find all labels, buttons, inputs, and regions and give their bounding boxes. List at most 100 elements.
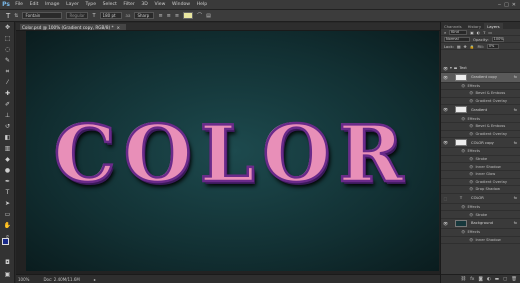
- eraser-tool-icon[interactable]: ◧: [0, 132, 15, 143]
- fx-icon[interactable]: fx: [514, 75, 517, 79]
- path-select-tool-icon[interactable]: ➤: [0, 198, 15, 209]
- adjustment-layer-icon[interactable]: ◐: [487, 277, 491, 282]
- quick-select-tool-icon[interactable]: ✎: [0, 55, 15, 66]
- layer-color[interactable]: □ T COLOR fx: [441, 194, 520, 204]
- menu-select[interactable]: Select: [99, 2, 120, 7]
- eye-icon[interactable]: 👁: [469, 238, 473, 242]
- trash-icon[interactable]: 🗑: [511, 277, 517, 282]
- eye-icon[interactable]: 👁: [469, 165, 473, 169]
- pen-tool-icon[interactable]: ✒: [0, 176, 15, 187]
- effects-row[interactable]: 👁 Effects: [441, 204, 520, 212]
- fx-icon[interactable]: fx: [514, 196, 517, 200]
- align-left-icon[interactable]: ≡: [158, 13, 162, 19]
- type-tool-icon[interactable]: T: [6, 12, 10, 20]
- document-tab[interactable]: Color.psd @ 100% (Gradient copy, RGB/8) …: [20, 24, 127, 30]
- effects-row[interactable]: 👁 Effects: [441, 83, 520, 91]
- foreground-color-swatch[interactable]: [2, 238, 9, 245]
- eye-icon[interactable]: 👁: [469, 213, 473, 217]
- new-layer-icon[interactable]: ▢: [503, 277, 507, 282]
- eye-icon[interactable]: 👁: [441, 107, 450, 112]
- blend-mode-select[interactable]: Normal: [444, 36, 470, 42]
- clone-stamp-tool-icon[interactable]: ⊥: [0, 110, 15, 121]
- menu-edit[interactable]: Edit: [26, 2, 42, 7]
- eye-icon[interactable]: 👁: [469, 124, 473, 128]
- dodge-tool-icon[interactable]: ●: [0, 165, 15, 176]
- tab-history[interactable]: History: [465, 23, 485, 29]
- font-family-select[interactable]: Fontain: [22, 12, 63, 19]
- effect-stroke[interactable]: 👁 Stroke: [441, 211, 520, 219]
- effect-gradient-overlay[interactable]: 👁 Gradient Overlay: [441, 98, 520, 106]
- canvas[interactable]: COLOR: [26, 31, 439, 271]
- effect-bevel[interactable]: 👁 Bevel & Emboss: [441, 123, 520, 131]
- zoom-level[interactable]: 100%: [18, 277, 29, 282]
- eye-icon[interactable]: 👁: [461, 230, 465, 234]
- layer-gradient[interactable]: 👁 Gradient fx: [441, 105, 520, 116]
- screen-mode-icon[interactable]: ▣: [0, 269, 15, 280]
- effect-inner-glow[interactable]: 👁 Inner Glow: [441, 171, 520, 179]
- font-size-field[interactable]: 180 pt: [99, 12, 122, 19]
- effects-row[interactable]: 👁 Effects: [441, 229, 520, 237]
- eye-icon[interactable]: 👁: [461, 117, 465, 121]
- eye-icon[interactable]: 👁: [469, 132, 473, 136]
- tab-channels[interactable]: Channels: [441, 23, 465, 29]
- menu-view[interactable]: View: [151, 2, 169, 7]
- eye-icon[interactable]: 👁: [461, 84, 465, 88]
- quick-mask-icon[interactable]: ◘: [0, 257, 15, 268]
- eye-icon[interactable]: 👁: [469, 99, 473, 103]
- effects-row[interactable]: 👁 Effects: [441, 115, 520, 123]
- effect-inner-shadow[interactable]: 👁 Inner Shadow: [441, 163, 520, 171]
- menu-window[interactable]: Window: [169, 2, 194, 7]
- status-arrow-icon[interactable]: ▸: [94, 277, 96, 282]
- tab-layers[interactable]: Layers: [484, 23, 503, 29]
- lock-pixels-icon[interactable]: ▦: [457, 44, 461, 49]
- close-tab-icon[interactable]: ×: [117, 25, 121, 30]
- lasso-tool-icon[interactable]: ◌: [0, 44, 15, 55]
- text-color-swatch[interactable]: [183, 12, 194, 19]
- add-mask-icon[interactable]: ◙: [478, 277, 482, 282]
- move-tool-icon[interactable]: ✥: [0, 22, 15, 33]
- font-style-select[interactable]: Regular: [66, 12, 89, 19]
- eye-icon[interactable]: 👁: [469, 180, 473, 184]
- minimize-icon[interactable]: ‒: [498, 2, 501, 8]
- filter-pixel-icon[interactable]: ▣: [470, 30, 474, 35]
- new-group-icon[interactable]: ▬: [495, 277, 499, 282]
- antialias-select[interactable]: Sharp: [134, 12, 155, 19]
- shape-tool-icon[interactable]: ▭: [0, 209, 15, 220]
- effect-stroke[interactable]: 👁 Stroke: [441, 156, 520, 164]
- align-center-icon[interactable]: ≡: [167, 13, 171, 19]
- eye-icon[interactable]: 👁: [441, 140, 450, 145]
- effects-row[interactable]: 👁 Effects: [441, 148, 520, 156]
- blur-tool-icon[interactable]: ◆: [0, 154, 15, 165]
- fill-field[interactable]: 0%: [486, 43, 499, 49]
- brush-tool-icon[interactable]: ✐: [0, 99, 15, 110]
- align-right-icon[interactable]: ≡: [175, 13, 179, 19]
- menu-image[interactable]: Image: [42, 2, 63, 7]
- eye-icon[interactable]: 👁: [469, 157, 473, 161]
- effect-bevel[interactable]: 👁 Bevel & Emboss: [441, 90, 520, 98]
- fx-icon[interactable]: fx: [514, 221, 517, 225]
- hand-tool-icon[interactable]: ✋: [0, 220, 15, 231]
- eye-icon[interactable]: 👁: [469, 91, 473, 95]
- close-icon[interactable]: ✕: [512, 2, 516, 8]
- history-brush-tool-icon[interactable]: ↺: [0, 121, 15, 132]
- eye-icon[interactable]: 👁: [469, 172, 473, 176]
- layer-color-copy[interactable]: 👁 COLOR copy fx: [441, 138, 520, 149]
- effect-inner-shadow[interactable]: 👁 Inner Shadow: [441, 237, 520, 245]
- add-style-icon[interactable]: fx: [470, 277, 474, 282]
- layer-gradient-copy[interactable]: 👁 Gradient copy fx: [441, 72, 520, 83]
- filter-adjust-icon[interactable]: ◐: [477, 30, 480, 35]
- eye-icon[interactable]: □: [441, 196, 450, 201]
- eye-icon[interactable]: 👁: [469, 187, 473, 191]
- filter-kind-select[interactable]: Kind: [449, 29, 468, 35]
- gradient-tool-icon[interactable]: ▥: [0, 143, 15, 154]
- menu-help[interactable]: Help: [193, 2, 210, 7]
- layer-background[interactable]: 👁 Background fx: [441, 219, 520, 229]
- eye-icon[interactable]: 👁: [461, 149, 465, 153]
- menu-3d[interactable]: 3D: [138, 2, 151, 7]
- menu-file[interactable]: File: [12, 2, 26, 7]
- layer-group-text[interactable]: 👁 ▾ ▬ Text: [441, 65, 520, 73]
- warp-text-icon[interactable]: ⌒: [197, 12, 202, 19]
- eye-icon[interactable]: 👁: [441, 75, 450, 80]
- healing-tool-icon[interactable]: ✚: [0, 88, 15, 99]
- effect-gradient-overlay[interactable]: 👁 Gradient Overlay: [441, 131, 520, 139]
